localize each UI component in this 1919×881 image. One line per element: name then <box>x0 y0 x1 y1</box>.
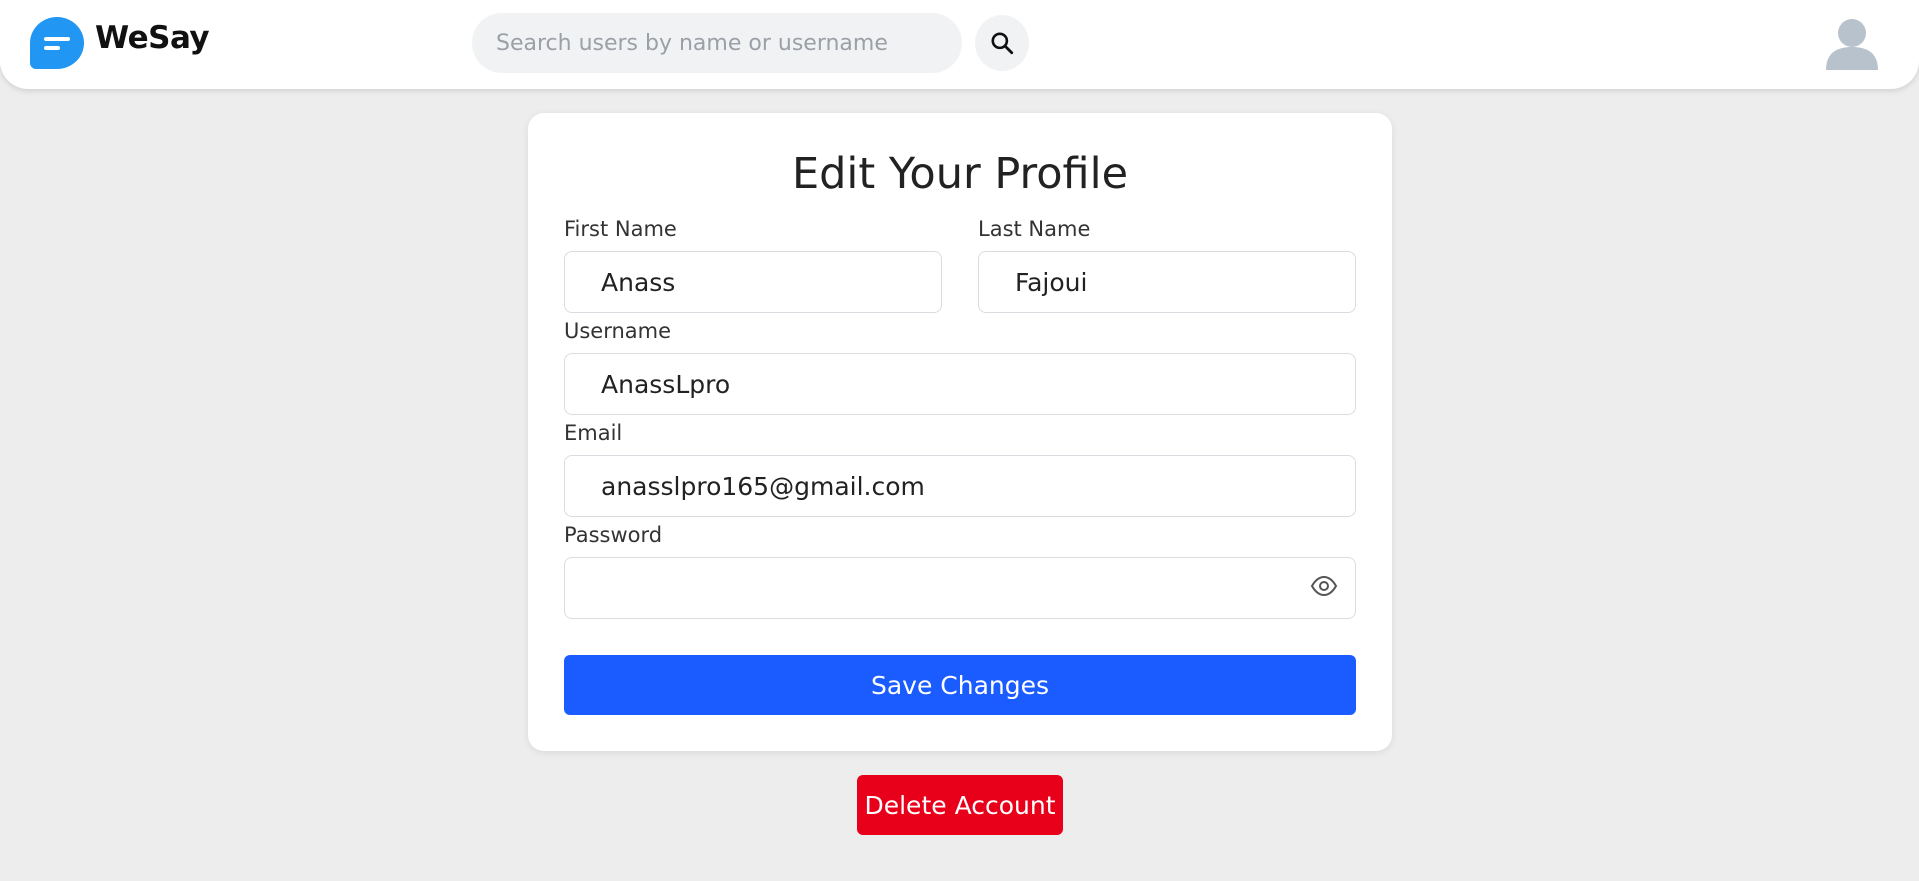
search-button[interactable] <box>975 15 1029 71</box>
email-field[interactable] <box>564 455 1356 517</box>
password-field[interactable] <box>564 557 1356 619</box>
eye-icon <box>1310 575 1338 597</box>
chat-bubble-icon[interactable] <box>30 17 84 69</box>
username-field[interactable] <box>564 353 1356 415</box>
username-label: Username <box>564 319 672 343</box>
search-input[interactable] <box>472 13 962 73</box>
last-name-field[interactable] <box>978 251 1356 313</box>
brand-name[interactable]: WeSay <box>95 20 210 56</box>
user-avatar-icon[interactable] <box>1822 14 1882 72</box>
last-name-label: Last Name <box>978 217 1091 241</box>
edit-profile-card: Edit Your Profile First Name Last Name U… <box>528 113 1392 751</box>
password-label: Password <box>564 523 663 547</box>
top-navbar: WeSay <box>0 0 1919 89</box>
email-label: Email <box>564 421 623 445</box>
search-icon <box>991 32 1014 55</box>
first-name-field[interactable] <box>564 251 942 313</box>
password-visibility-toggle[interactable] <box>1308 570 1340 602</box>
logo-line-long <box>44 37 70 41</box>
save-changes-button[interactable]: Save Changes <box>564 655 1356 715</box>
page-title: Edit Your Profile <box>791 149 1129 199</box>
first-name-label: First Name <box>564 217 677 241</box>
logo-line-short <box>44 46 60 50</box>
delete-account-button[interactable]: Delete Account <box>857 775 1063 835</box>
